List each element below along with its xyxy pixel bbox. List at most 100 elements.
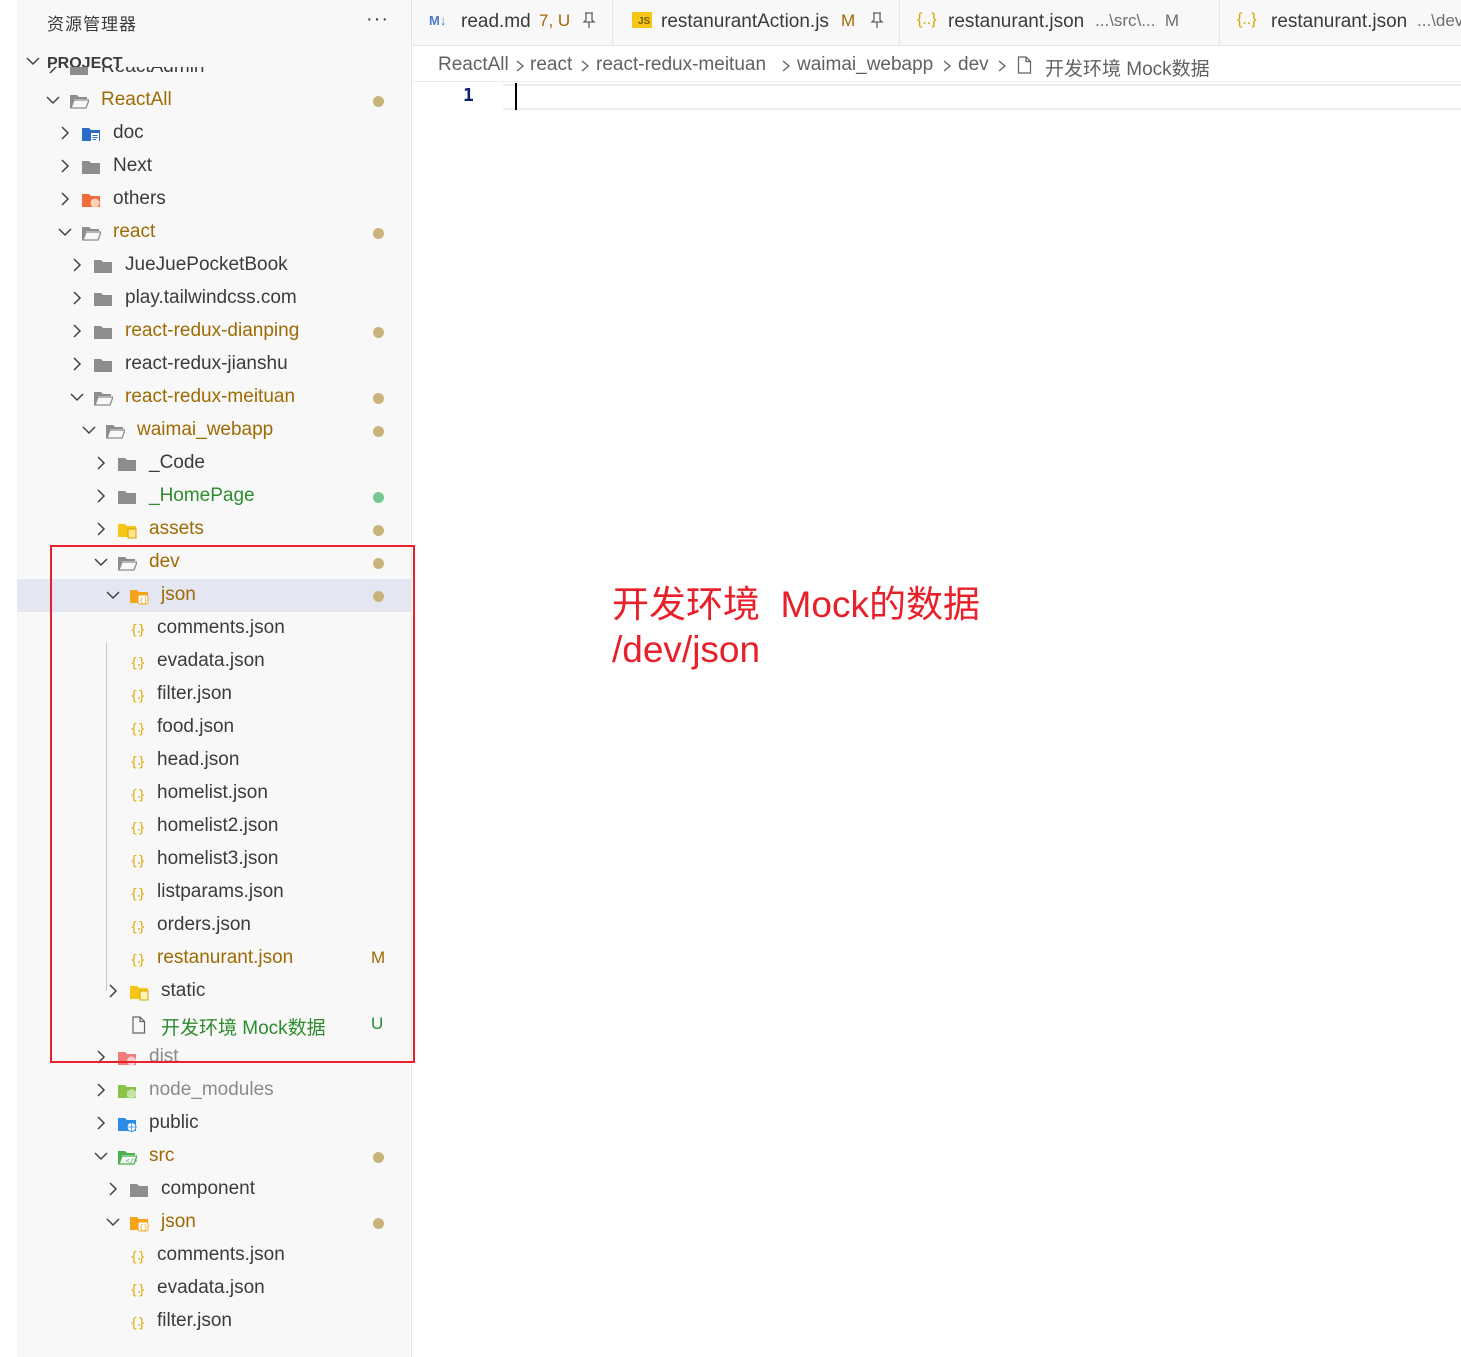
chevron-right-icon[interactable]	[93, 1082, 109, 1098]
tree-row[interactable]: waimai_webapp	[17, 414, 411, 447]
git-status-dot	[373, 393, 384, 404]
tree-row[interactable]: {} filter.json	[17, 1305, 411, 1338]
breadcrumb-item[interactable]: 开发环境 Mock数据	[1045, 54, 1210, 81]
chevron-right-icon[interactable]	[93, 521, 109, 537]
json-folder-icon: {}	[129, 1214, 149, 1232]
tree-row[interactable]: component	[17, 1173, 411, 1206]
tree-item-label: react	[113, 221, 156, 242]
assets-folder-icon	[117, 521, 137, 539]
chevron-right-icon[interactable]	[57, 191, 73, 207]
pin-icon[interactable]	[581, 11, 597, 29]
breadcrumb-item[interactable]: react-redux-meituan	[596, 54, 766, 76]
chevron-down-icon[interactable]	[93, 1148, 109, 1164]
others-folder-icon	[81, 191, 101, 209]
tree-row[interactable]: others	[17, 183, 411, 216]
chevron-right-icon[interactable]	[93, 1115, 109, 1131]
tab-restanurant-json-dev[interactable]: {..} restanurant.json ...\dev	[1221, 0, 1461, 45]
breadcrumb-item[interactable]: react	[530, 54, 572, 76]
breadcrumb-item[interactable]: ReactAll	[438, 54, 509, 76]
chevron-down-icon[interactable]	[45, 92, 61, 108]
tree-row[interactable]: ReactAll	[17, 84, 411, 117]
git-status-dot	[373, 228, 384, 239]
tree-item-label: src	[149, 1145, 175, 1166]
file-icon	[1017, 56, 1032, 74]
chevron-right-icon[interactable]	[57, 158, 73, 174]
chevron-down-icon[interactable]	[69, 389, 85, 405]
tree-row[interactable]: node_modules	[17, 1074, 411, 1107]
tree-item-label: evadata.json	[157, 1277, 265, 1298]
annotation-line-1: 开发环境 Mock的数据	[612, 584, 980, 625]
git-status-dot	[373, 492, 384, 503]
breadcrumb: ReactAll react react-redux-meituan waima…	[413, 47, 1461, 82]
chevron-right-icon[interactable]	[57, 125, 73, 141]
pin-icon[interactable]	[869, 11, 885, 29]
tree-item-label: react-redux-meituan	[125, 386, 296, 407]
tree-row[interactable]: public	[17, 1107, 411, 1140]
tree-row[interactable]: play.tailwindcss.com	[17, 282, 411, 315]
tree-row[interactable]: </> src	[17, 1140, 411, 1173]
doc-folder-icon	[81, 125, 101, 143]
svg-text:{}: {}	[130, 1250, 146, 1265]
tree-row[interactable]: {} evadata.json	[17, 1272, 411, 1305]
folder-icon	[81, 158, 101, 176]
node-modules-folder-icon	[117, 1082, 137, 1100]
folder-icon	[69, 67, 89, 77]
line-number: 1	[463, 85, 474, 106]
tree-item-label: filter.json	[157, 1310, 232, 1331]
tree-row[interactable]: react	[17, 216, 411, 249]
tree-row[interactable]: ReactAdmin	[17, 67, 411, 84]
chevron-right-icon[interactable]	[45, 67, 61, 75]
chevron-right-icon[interactable]	[105, 1181, 121, 1197]
chevron-right-icon[interactable]	[93, 455, 109, 471]
tree-row[interactable]: _Code	[17, 447, 411, 480]
tab-restanurant-action-js[interactable]: JS restanurantAction.js M	[614, 0, 900, 45]
git-status-dot	[373, 525, 384, 536]
chevron-right-icon[interactable]	[69, 323, 85, 339]
chevron-right-icon[interactable]	[93, 488, 109, 504]
tab-restanurant-json-src[interactable]: {..} restanurant.json ...\src\... M	[901, 0, 1220, 45]
tree-row[interactable]: doc	[17, 117, 411, 150]
tab-path: ...\src\... M	[1095, 11, 1180, 30]
tab-read-md[interactable]: M↓ read.md 7, U	[413, 0, 613, 45]
folder-icon	[129, 1181, 149, 1199]
chevron-right-icon[interactable]	[69, 257, 85, 273]
chevron-right-icon[interactable]	[69, 290, 85, 306]
tree-item-label: JueJuePocketBook	[125, 254, 288, 275]
breadcrumb-item[interactable]: waimai_webapp	[797, 54, 933, 76]
editor-area[interactable]: 1	[413, 82, 1461, 1357]
editor-tab-bar: M↓ read.md 7, U JS restanurantAction.js …	[413, 0, 1461, 46]
current-line-highlight	[503, 84, 1461, 110]
src-folder-icon: </>	[117, 1148, 138, 1166]
svg-text:{}: {}	[139, 1224, 147, 1232]
json-file-icon: {}	[129, 1313, 149, 1331]
annotation-highlight-box	[50, 545, 415, 1063]
chevron-right-icon	[943, 60, 952, 72]
svg-text:</>: </>	[126, 1157, 138, 1165]
tree-item-label: Next	[113, 155, 153, 176]
chevron-down-icon[interactable]	[81, 422, 97, 438]
tree-row[interactable]: {} json	[17, 1206, 411, 1239]
tree-row[interactable]: react-redux-dianping	[17, 315, 411, 348]
tree-row[interactable]: _HomePage	[17, 480, 411, 513]
tree-row[interactable]: react-redux-meituan	[17, 381, 411, 414]
more-actions-icon[interactable]: ···	[366, 8, 389, 31]
git-status-dot	[373, 1152, 384, 1163]
tree-item-label: react-redux-dianping	[125, 320, 300, 341]
chevron-right-icon[interactable]	[69, 356, 85, 372]
folder-icon	[93, 257, 113, 275]
tree-row[interactable]: assets	[17, 513, 411, 546]
folder-icon	[93, 290, 113, 308]
tree-row[interactable]: {} comments.json	[17, 1239, 411, 1272]
json-file-icon: {}	[129, 1247, 149, 1265]
tree-row[interactable]: Next	[17, 150, 411, 183]
chevron-down-icon[interactable]	[105, 1214, 121, 1230]
breadcrumb-item[interactable]: dev	[958, 54, 989, 76]
tree-row[interactable]: react-redux-jianshu	[17, 348, 411, 381]
tree-row[interactable]: JueJuePocketBook	[17, 249, 411, 282]
tab-status: 7, U	[539, 11, 571, 30]
tree-item-label: _HomePage	[149, 485, 255, 506]
tree-item-label: doc	[113, 122, 144, 143]
tree-item-label: _Code	[149, 452, 205, 473]
chevron-down-icon[interactable]	[57, 224, 73, 240]
folder-open-icon	[105, 422, 126, 440]
